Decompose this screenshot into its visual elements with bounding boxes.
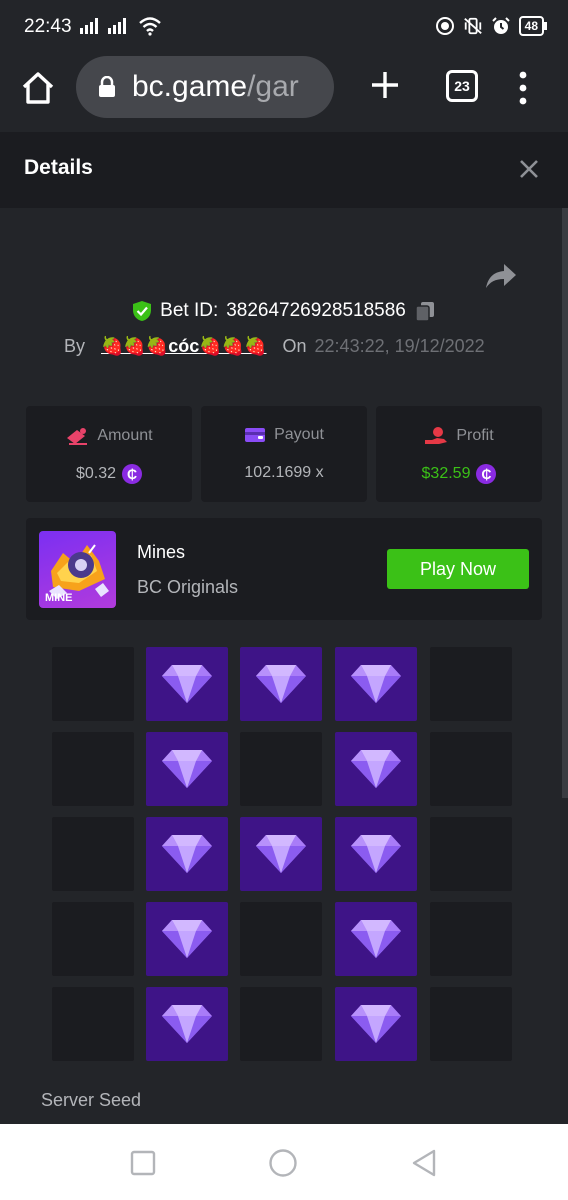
username-link[interactable]: 🍓🍓🍓cóc🍓🍓🍓	[101, 336, 267, 357]
bet-id-row: Bet ID: 38264726928518586	[0, 300, 568, 328]
battery-indicator: 48	[518, 16, 548, 36]
status-bar: 22:43 48	[0, 0, 568, 56]
mine-tile-empty	[52, 647, 134, 721]
mine-tile-empty	[430, 817, 512, 891]
tab-switcher-button[interactable]: 23	[446, 70, 478, 102]
mine-tile-empty	[52, 987, 134, 1061]
gem-icon	[351, 835, 401, 873]
url-text: bc.game/gar	[132, 70, 299, 104]
mine-tile-gem	[146, 647, 228, 721]
gem-icon	[351, 1005, 401, 1043]
mine-tile-empty	[430, 732, 512, 806]
mine-tile-gem	[240, 817, 322, 891]
mine-tile-empty	[430, 987, 512, 1061]
system-nav-bar	[0, 1124, 568, 1200]
record-icon	[435, 16, 455, 36]
mine-tile-gem	[146, 817, 228, 891]
mine-tile-gem	[335, 817, 417, 891]
browser-toolbar: bc.game/gar 23	[0, 56, 568, 132]
share-icon[interactable]	[484, 262, 518, 290]
more-menu-icon[interactable]	[518, 70, 528, 106]
game-name: Mines	[137, 542, 186, 562]
mine-tile-empty	[52, 902, 134, 976]
server-seed-label: Server Seed	[41, 1090, 142, 1110]
lock-icon	[99, 76, 115, 97]
verified-shield-icon	[133, 301, 152, 321]
vibrate-off-icon	[463, 16, 483, 36]
game-card: MINE Mines BC Originals Play Now	[26, 518, 542, 620]
mine-tile-gem	[335, 902, 417, 976]
home-nav-icon[interactable]	[268, 1148, 298, 1178]
signal-icon	[80, 18, 98, 34]
bet-date: 22:43:22, 19/12/2022	[314, 336, 485, 356]
game-thumbnail-tag: MINE	[45, 592, 73, 604]
by-label: By	[64, 336, 86, 356]
mine-tile-gem	[146, 732, 228, 806]
mine-tile-gem	[146, 987, 228, 1061]
amount-label: Amount	[97, 427, 153, 444]
gem-icon	[256, 835, 306, 873]
gem-icon	[351, 665, 401, 703]
gem-icon	[162, 835, 212, 873]
url-path: /gar	[247, 70, 299, 103]
mine-tile-empty	[240, 732, 322, 806]
bet-meta-row: By 🍓🍓🍓cóc🍓🍓🍓 On 22:43:22, 19/12/2022	[64, 336, 485, 357]
mine-tile-gem	[335, 732, 417, 806]
mine-tile-empty	[430, 647, 512, 721]
amount-value: $0.32	[75, 465, 117, 482]
mines-board	[52, 647, 512, 1063]
back-icon[interactable]	[410, 1148, 440, 1178]
bet-id-label: Bet ID:	[160, 300, 219, 321]
play-now-button[interactable]: Play Now	[387, 549, 529, 589]
mine-tile-empty	[52, 732, 134, 806]
details-header: Details	[0, 132, 568, 208]
profit-label: Profit	[456, 427, 494, 444]
profit-card: Profit $32.59 ₵	[376, 406, 542, 502]
gem-icon	[162, 750, 212, 788]
mine-tile-empty	[430, 902, 512, 976]
payout-label: Payout	[274, 426, 324, 443]
profit-value: $32.59	[421, 465, 471, 482]
amount-card: Amount $0.32 ₵	[26, 406, 192, 502]
gem-icon	[162, 665, 212, 703]
profit-icon	[425, 427, 448, 444]
signal-icon-2	[108, 18, 126, 34]
scrollbar[interactable]	[562, 208, 568, 798]
mine-tile-gem	[335, 987, 417, 1061]
mine-tile-gem	[146, 902, 228, 976]
status-time: 22:43	[24, 16, 72, 37]
url-host: bc.game	[132, 70, 248, 103]
on-label: On	[282, 336, 307, 356]
close-icon[interactable]	[518, 158, 540, 180]
page-title: Details	[24, 156, 93, 179]
recents-icon[interactable]	[128, 1148, 158, 1178]
coin-icon: ₵	[476, 464, 497, 484]
mine-tile-gem	[335, 647, 417, 721]
gem-icon	[162, 1005, 212, 1043]
wifi-icon	[139, 17, 161, 36]
gem-icon	[162, 920, 212, 958]
gem-icon	[351, 920, 401, 958]
payout-card: Payout 102.1699 x	[201, 406, 367, 502]
bet-id-value: 38264726928518586	[226, 300, 406, 321]
payout-value: 102.1699 x	[244, 464, 324, 481]
alarm-icon	[491, 16, 511, 36]
game-provider: BC Originals	[137, 577, 239, 597]
url-bar[interactable]: bc.game/gar	[76, 56, 334, 118]
home-icon[interactable]	[20, 70, 56, 106]
mine-tile-empty	[240, 987, 322, 1061]
copy-icon[interactable]	[414, 300, 436, 322]
amount-icon	[67, 428, 88, 445]
new-tab-icon[interactable]	[368, 68, 402, 102]
coin-icon: ₵	[122, 464, 143, 484]
mine-tile-empty	[52, 817, 134, 891]
mine-tile-empty	[240, 902, 322, 976]
gem-icon	[351, 750, 401, 788]
gem-icon	[256, 665, 306, 703]
game-thumbnail[interactable]: MINE	[39, 531, 116, 608]
wallet-icon	[245, 428, 266, 442]
mine-tile-gem	[240, 647, 322, 721]
